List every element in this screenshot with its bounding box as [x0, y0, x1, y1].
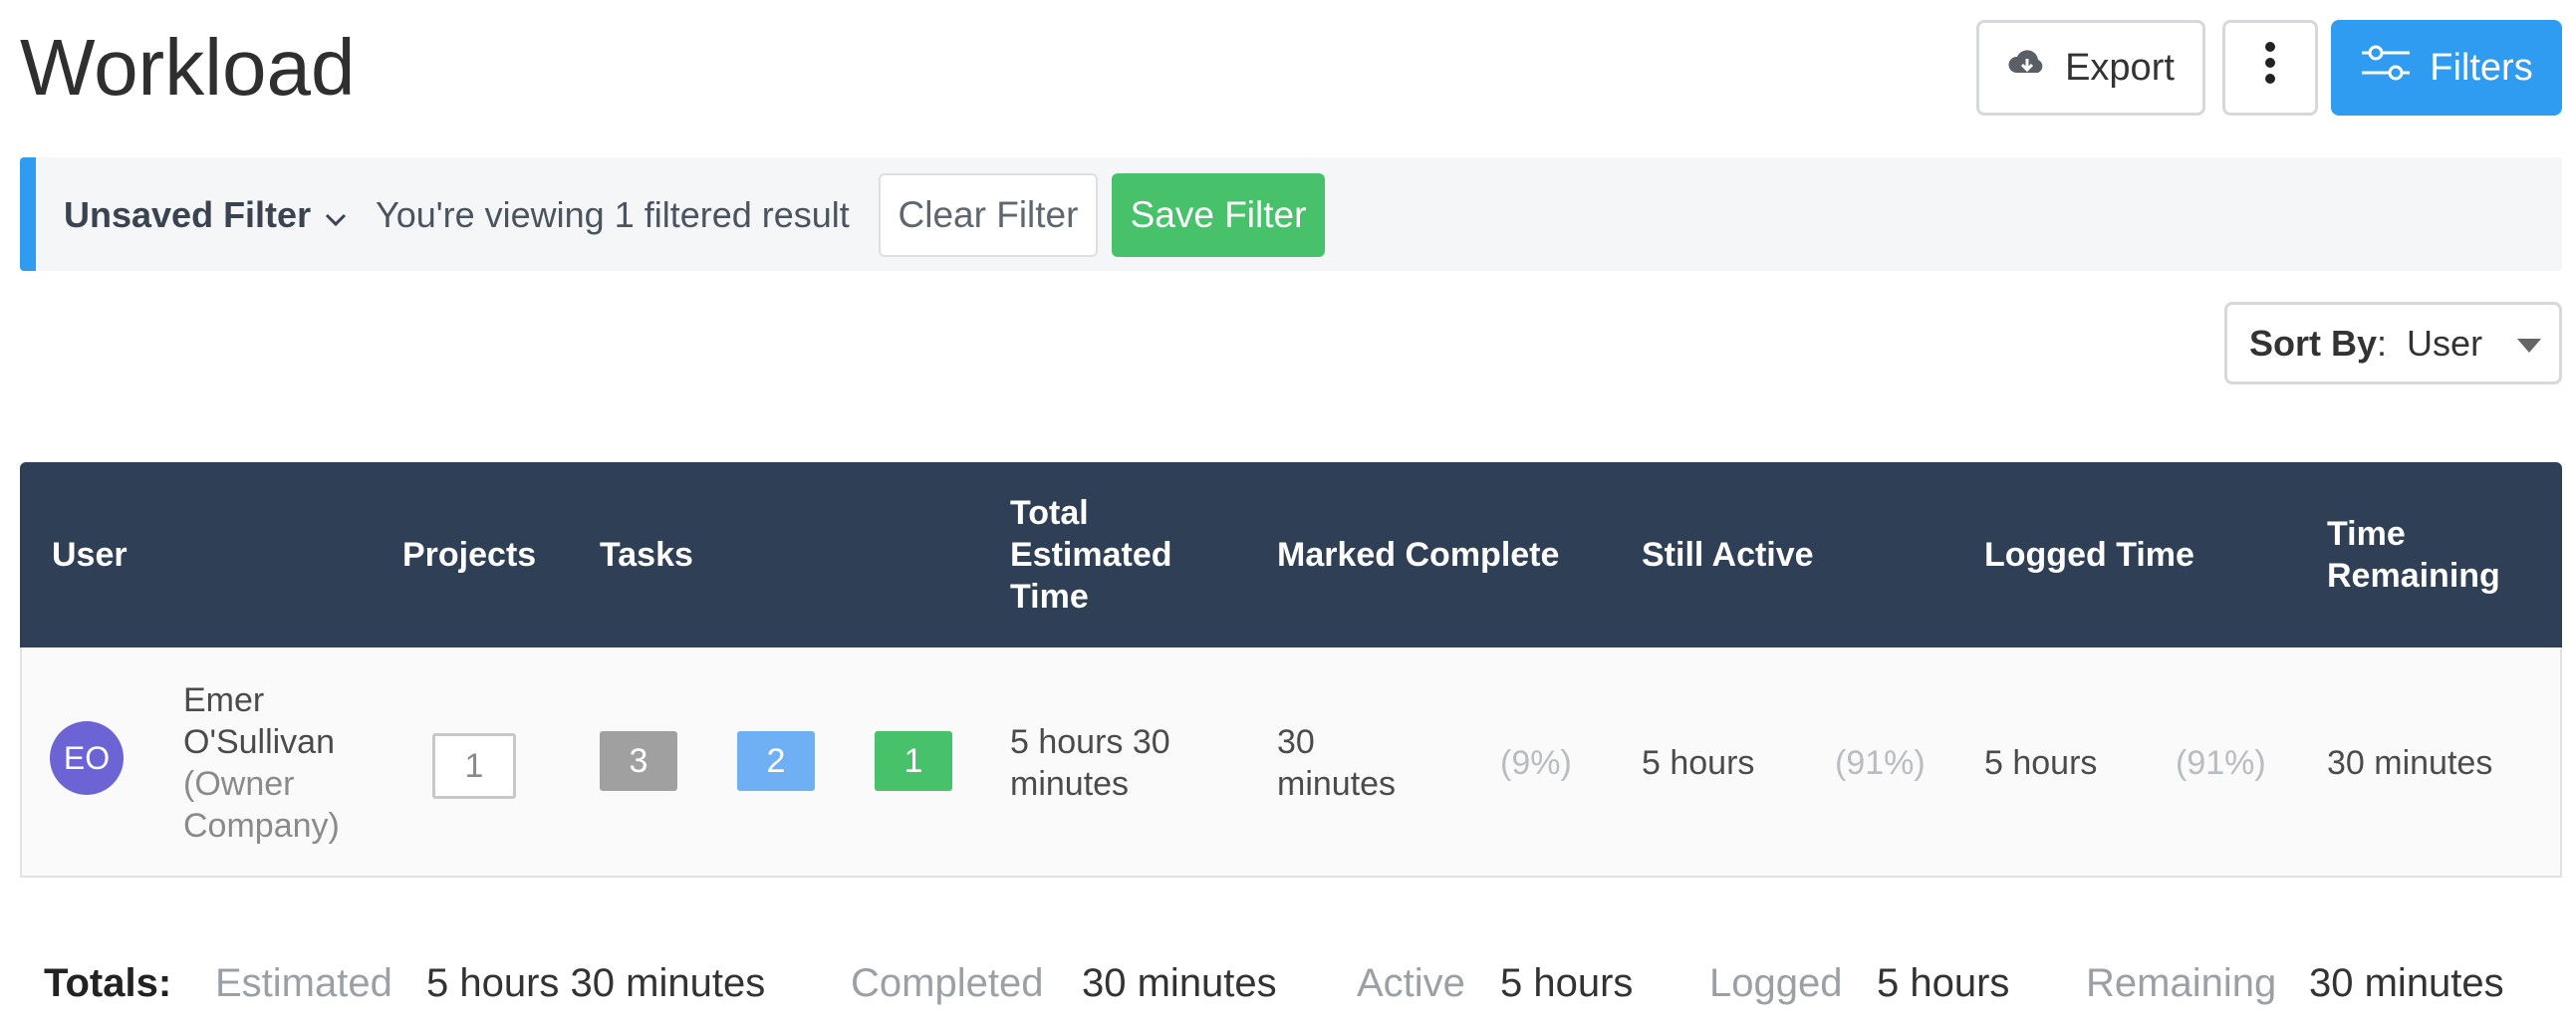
estimated-time-line2: minutes: [1010, 765, 1130, 803]
totals-logged-value: 5 hours: [1877, 961, 2010, 1005]
chevron-down-icon: [325, 191, 347, 239]
more-options-button[interactable]: [2222, 20, 2318, 116]
filters-label: Filters: [2430, 46, 2533, 89]
more-vertical-icon: [2264, 41, 2276, 95]
caret-down-icon: [2517, 339, 2541, 353]
marked-complete-line1: 30: [1277, 723, 1315, 761]
time-remaining-value: 30 minutes: [2327, 744, 2493, 782]
save-filter-button[interactable]: Save Filter: [1112, 173, 1325, 257]
table-header: User Projects Tasks Total Estimated Time…: [20, 462, 2562, 647]
user-name[interactable]: Emer O'Sullivan (Owner Company): [183, 679, 340, 847]
export-button[interactable]: Export: [1976, 20, 2205, 116]
totals-title: Totals:: [44, 961, 172, 1005]
still-active-value: 5 hours: [1642, 744, 1755, 782]
totals-remaining-value: 30 minutes: [2309, 961, 2504, 1005]
column-projects[interactable]: Projects: [402, 534, 536, 576]
column-total-line2: Estimated: [1010, 536, 1172, 574]
totals-logged-label: Logged: [1709, 961, 1843, 1005]
logged-time-value: 5 hours: [1984, 744, 2098, 782]
marked-complete-cell: 30 minutes: [1277, 721, 1396, 805]
column-remaining-line1: Time: [2327, 515, 2406, 553]
estimated-time-line1: 5 hours 30: [1010, 723, 1170, 761]
sort-by-label: Sort By: [2249, 322, 2378, 364]
column-user[interactable]: User: [52, 534, 128, 576]
tasks-complete-badge[interactable]: 1: [875, 731, 952, 791]
column-logged-time[interactable]: Logged Time: [1984, 534, 2194, 576]
avatar: EO: [50, 721, 124, 795]
sort-by-value: User: [2407, 322, 2483, 364]
totals-active-label: Active: [1357, 961, 1465, 1005]
sort-colon: :: [2377, 322, 2408, 364]
logged-time-percent: (91%): [2176, 744, 2266, 782]
column-still-active[interactable]: Still Active: [1642, 534, 1814, 576]
user-name-line2: O'Sullivan: [183, 723, 336, 761]
page-title: Workload: [20, 23, 356, 112]
cloud-download-icon: [2007, 47, 2047, 90]
totals-estimated-value: 5 hours 30 minutes: [426, 961, 766, 1005]
user-company-line1: (Owner: [183, 765, 295, 803]
clear-filter-button[interactable]: Clear Filter: [879, 173, 1098, 257]
sliders-icon: [2360, 43, 2412, 93]
sort-by-select[interactable]: Sort By: User: [2224, 302, 2562, 385]
column-total-estimated-time[interactable]: Total Estimated Time: [1010, 492, 1172, 618]
column-marked-complete[interactable]: Marked Complete: [1277, 534, 1559, 576]
marked-complete-percent: (9%): [1500, 744, 1572, 782]
marked-complete-line2: minutes: [1277, 765, 1397, 803]
totals-active-value: 5 hours: [1500, 961, 1634, 1005]
user-company-line2: Company): [183, 807, 340, 845]
column-remaining-line2: Remaining: [2327, 557, 2500, 595]
filter-name-label: Unsaved Filter: [64, 194, 312, 235]
column-total-line1: Total: [1010, 494, 1089, 532]
export-label: Export: [2065, 46, 2175, 89]
tasks-active-badge[interactable]: 2: [737, 731, 815, 791]
user-name-line1: Emer: [183, 681, 265, 719]
totals-remaining-label: Remaining: [2086, 961, 2277, 1005]
still-active-percent: (91%): [1835, 744, 1926, 782]
estimated-time-cell: 5 hours 30 minutes: [1010, 721, 1170, 805]
totals-completed-label: Completed: [851, 961, 1044, 1005]
totals-estimated-label: Estimated: [215, 961, 392, 1005]
filters-button[interactable]: Filters: [2331, 20, 2562, 116]
column-total-line3: Time: [1010, 578, 1089, 616]
tasks-total-badge[interactable]: 3: [600, 731, 677, 791]
column-time-remaining[interactable]: Time Remaining: [2327, 513, 2500, 597]
filter-selector[interactable]: Unsaved Filter: [64, 191, 347, 239]
projects-count-badge[interactable]: 1: [432, 733, 516, 799]
column-tasks[interactable]: Tasks: [600, 534, 693, 576]
totals-completed-value: 30 minutes: [1082, 961, 1277, 1005]
filter-result-info: You're viewing 1 filtered result: [376, 194, 850, 235]
